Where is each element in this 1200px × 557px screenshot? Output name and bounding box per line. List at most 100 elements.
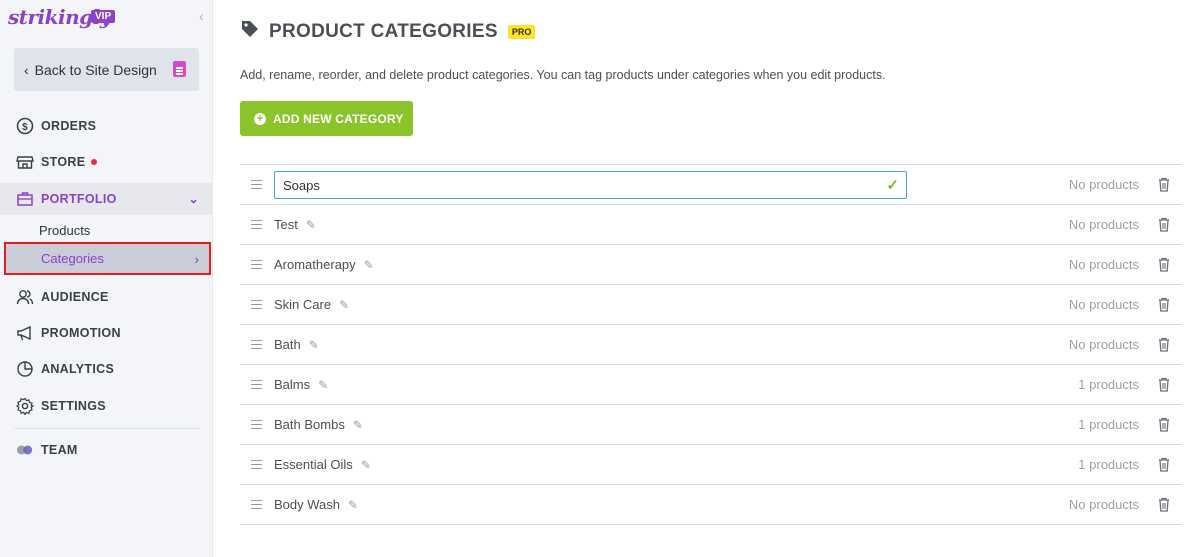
- product-count: No products: [1068, 337, 1139, 352]
- document-icon: [173, 61, 186, 77]
- category-row: Aromatherapy ✎ No products: [240, 245, 1182, 285]
- category-row: Bath Bombs ✎ 1 products: [240, 405, 1182, 445]
- page-description: Add, rename, reorder, and delete product…: [240, 68, 886, 82]
- sidebar-item-categories[interactable]: Categories ›: [4, 242, 211, 275]
- category-name-input-value: Soaps: [283, 177, 320, 193]
- category-row: Body Wash ✎ No products: [240, 485, 1182, 525]
- collapse-sidebar-icon[interactable]: ‹: [199, 8, 204, 24]
- nav-store[interactable]: STORE: [0, 147, 213, 177]
- category-row: Soaps ✓ No products: [240, 165, 1182, 205]
- pencil-icon[interactable]: ✎: [348, 498, 358, 512]
- category-name: Skin Care ✎: [274, 297, 350, 312]
- check-icon[interactable]: ✓: [886, 176, 899, 194]
- category-name: Body Wash ✎: [274, 497, 359, 512]
- trash-icon[interactable]: [1158, 337, 1170, 352]
- drag-handle-icon[interactable]: [251, 220, 262, 229]
- page-header: PRODUCT CATEGORIES PRO: [241, 20, 536, 43]
- category-name: Aromatherapy ✎: [274, 257, 374, 272]
- sidebar: strikingly VIP ‹ ‹ Back to Site Design $…: [0, 0, 213, 557]
- trash-icon[interactable]: [1158, 177, 1170, 192]
- category-row: Balms ✎ 1 products: [240, 365, 1182, 405]
- gear-icon: [16, 397, 34, 415]
- back-to-site-design-button[interactable]: ‹ Back to Site Design: [14, 48, 199, 91]
- category-name-input[interactable]: Soaps ✓: [274, 171, 907, 199]
- product-count: 1 products: [1078, 457, 1139, 472]
- product-count: 1 products: [1078, 377, 1139, 392]
- product-count: No products: [1068, 497, 1139, 512]
- tag-icon: [241, 20, 259, 43]
- drag-handle-icon[interactable]: [251, 340, 262, 349]
- chevron-right-icon: ›: [194, 250, 199, 267]
- nav-promotion[interactable]: PROMOTION: [0, 318, 213, 348]
- category-name: Bath ✎: [274, 337, 319, 352]
- drag-handle-icon[interactable]: [251, 500, 262, 509]
- sidebar-item-products-label: Products: [39, 222, 91, 238]
- pencil-icon[interactable]: ✎: [364, 258, 374, 272]
- add-new-category-button[interactable]: + ADD NEW CATEGORY: [240, 101, 413, 136]
- drag-handle-icon[interactable]: [251, 420, 262, 429]
- category-row: Skin Care ✎ No products: [240, 285, 1182, 325]
- chevron-left-icon: ‹: [24, 61, 29, 78]
- pie-chart-icon: [16, 360, 34, 378]
- category-name: Essential Oils ✎: [274, 457, 371, 472]
- trash-icon[interactable]: [1158, 257, 1170, 272]
- nav-store-label: STORE: [41, 155, 86, 169]
- briefcase-icon: [16, 190, 34, 208]
- dollar-circle-icon: $: [16, 117, 34, 135]
- sidebar-item-products[interactable]: Products: [0, 216, 213, 244]
- sidebar-divider: [14, 428, 199, 429]
- svg-text:$: $: [22, 122, 28, 133]
- nav-orders-label: ORDERS: [41, 119, 97, 133]
- nav-settings[interactable]: SETTINGS: [0, 391, 213, 421]
- drag-handle-icon[interactable]: [251, 460, 262, 469]
- megaphone-icon: [16, 324, 34, 342]
- drag-handle-icon[interactable]: [251, 300, 262, 309]
- product-count: No products: [1068, 177, 1139, 192]
- nav-settings-label: SETTINGS: [41, 399, 106, 413]
- category-row: Test ✎ No products: [240, 205, 1182, 245]
- category-row: Bath ✎ No products: [240, 325, 1182, 365]
- pencil-icon[interactable]: ✎: [306, 218, 316, 232]
- chevron-down-icon: ⌄: [188, 192, 199, 206]
- trash-icon[interactable]: [1158, 497, 1170, 512]
- page-title: PRODUCT CATEGORIES: [269, 20, 498, 42]
- pro-badge: PRO: [507, 24, 536, 39]
- pencil-icon[interactable]: ✎: [353, 418, 363, 432]
- trash-icon[interactable]: [1158, 457, 1170, 472]
- pencil-icon[interactable]: ✎: [309, 338, 319, 352]
- nav-audience-label: AUDIENCE: [41, 290, 109, 304]
- pencil-icon[interactable]: ✎: [318, 378, 328, 392]
- pencil-icon[interactable]: ✎: [339, 298, 349, 312]
- nav-team[interactable]: TEAM: [0, 435, 213, 465]
- category-name: Bath Bombs ✎: [274, 417, 363, 432]
- plus-circle-icon: +: [254, 112, 266, 125]
- nav-promotion-label: PROMOTION: [41, 326, 121, 340]
- users-icon: [16, 288, 34, 306]
- product-count: No products: [1068, 257, 1139, 272]
- team-icon: [16, 441, 34, 459]
- nav-audience[interactable]: AUDIENCE: [0, 282, 213, 312]
- category-list: Soaps ✓ No products Test ✎ No products Ar…: [240, 164, 1182, 525]
- nav-analytics-label: ANALYTICS: [41, 362, 115, 376]
- nav-portfolio[interactable]: PORTFOLIO ⌄: [0, 183, 213, 215]
- nav-analytics[interactable]: ANALYTICS: [0, 354, 213, 384]
- category-row: Essential Oils ✎ 1 products: [240, 445, 1182, 485]
- trash-icon[interactable]: [1158, 217, 1170, 232]
- storefront-icon: [16, 153, 34, 171]
- back-button-label: Back to Site Design: [34, 61, 157, 78]
- main-content: PRODUCT CATEGORIES PRO Add, rename, reor…: [213, 0, 1200, 557]
- drag-handle-icon[interactable]: [251, 180, 262, 189]
- vip-badge: VIP: [91, 10, 116, 23]
- nav-orders[interactable]: $ ORDERS: [0, 111, 213, 141]
- drag-handle-icon[interactable]: [251, 380, 262, 389]
- trash-icon[interactable]: [1158, 377, 1170, 392]
- drag-handle-icon[interactable]: [251, 260, 262, 269]
- trash-icon[interactable]: [1158, 297, 1170, 312]
- pencil-icon[interactable]: ✎: [361, 458, 371, 472]
- nav-portfolio-label: PORTFOLIO: [41, 192, 117, 206]
- trash-icon[interactable]: [1158, 417, 1170, 432]
- nav-team-label: TEAM: [41, 443, 78, 457]
- product-count: 1 products: [1078, 417, 1139, 432]
- product-count: No products: [1068, 297, 1139, 312]
- add-new-category-label: ADD NEW CATEGORY: [273, 111, 404, 126]
